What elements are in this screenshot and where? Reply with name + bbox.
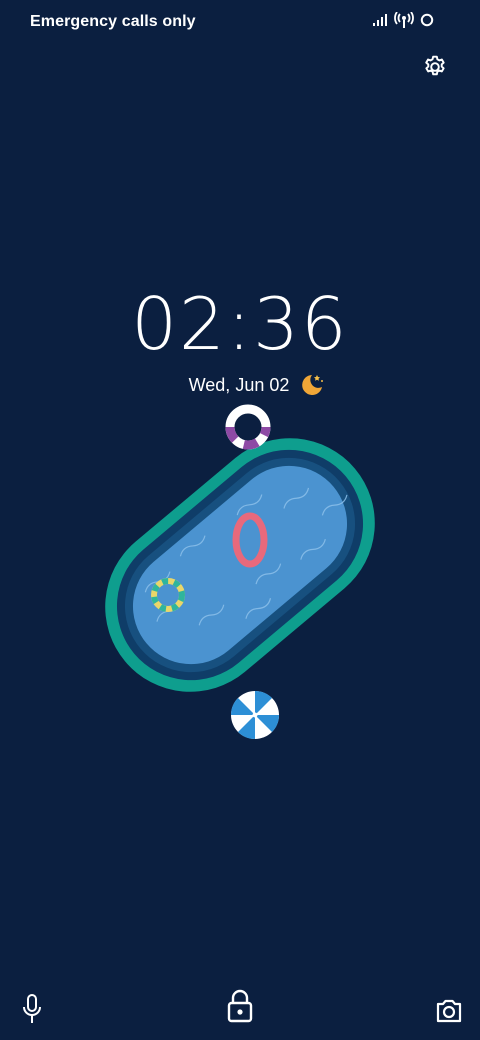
- camera-button[interactable]: [434, 996, 464, 1030]
- ring-icon: [420, 13, 434, 27]
- signal-icon: [373, 14, 387, 26]
- camera-icon: [436, 999, 462, 1023]
- gear-icon: [425, 55, 445, 76]
- lock-icon: [227, 989, 253, 1023]
- hotspot-icon: [394, 12, 414, 28]
- voice-assist-button[interactable]: [17, 992, 47, 1026]
- status-bar: Emergency calls only: [0, 0, 480, 44]
- unlock-button[interactable]: [225, 988, 255, 1023]
- microphone-icon: [23, 994, 41, 1023]
- lock-screen: Emergency calls only 02:36 Wed, Jun 02: [0, 0, 480, 1040]
- pool-illustration: [105, 404, 375, 740]
- lock-clock: 02:36: [131, 282, 349, 366]
- carrier-text: Emergency calls only: [30, 13, 196, 30]
- settings-button[interactable]: [422, 54, 448, 80]
- status-icons: [372, 12, 434, 28]
